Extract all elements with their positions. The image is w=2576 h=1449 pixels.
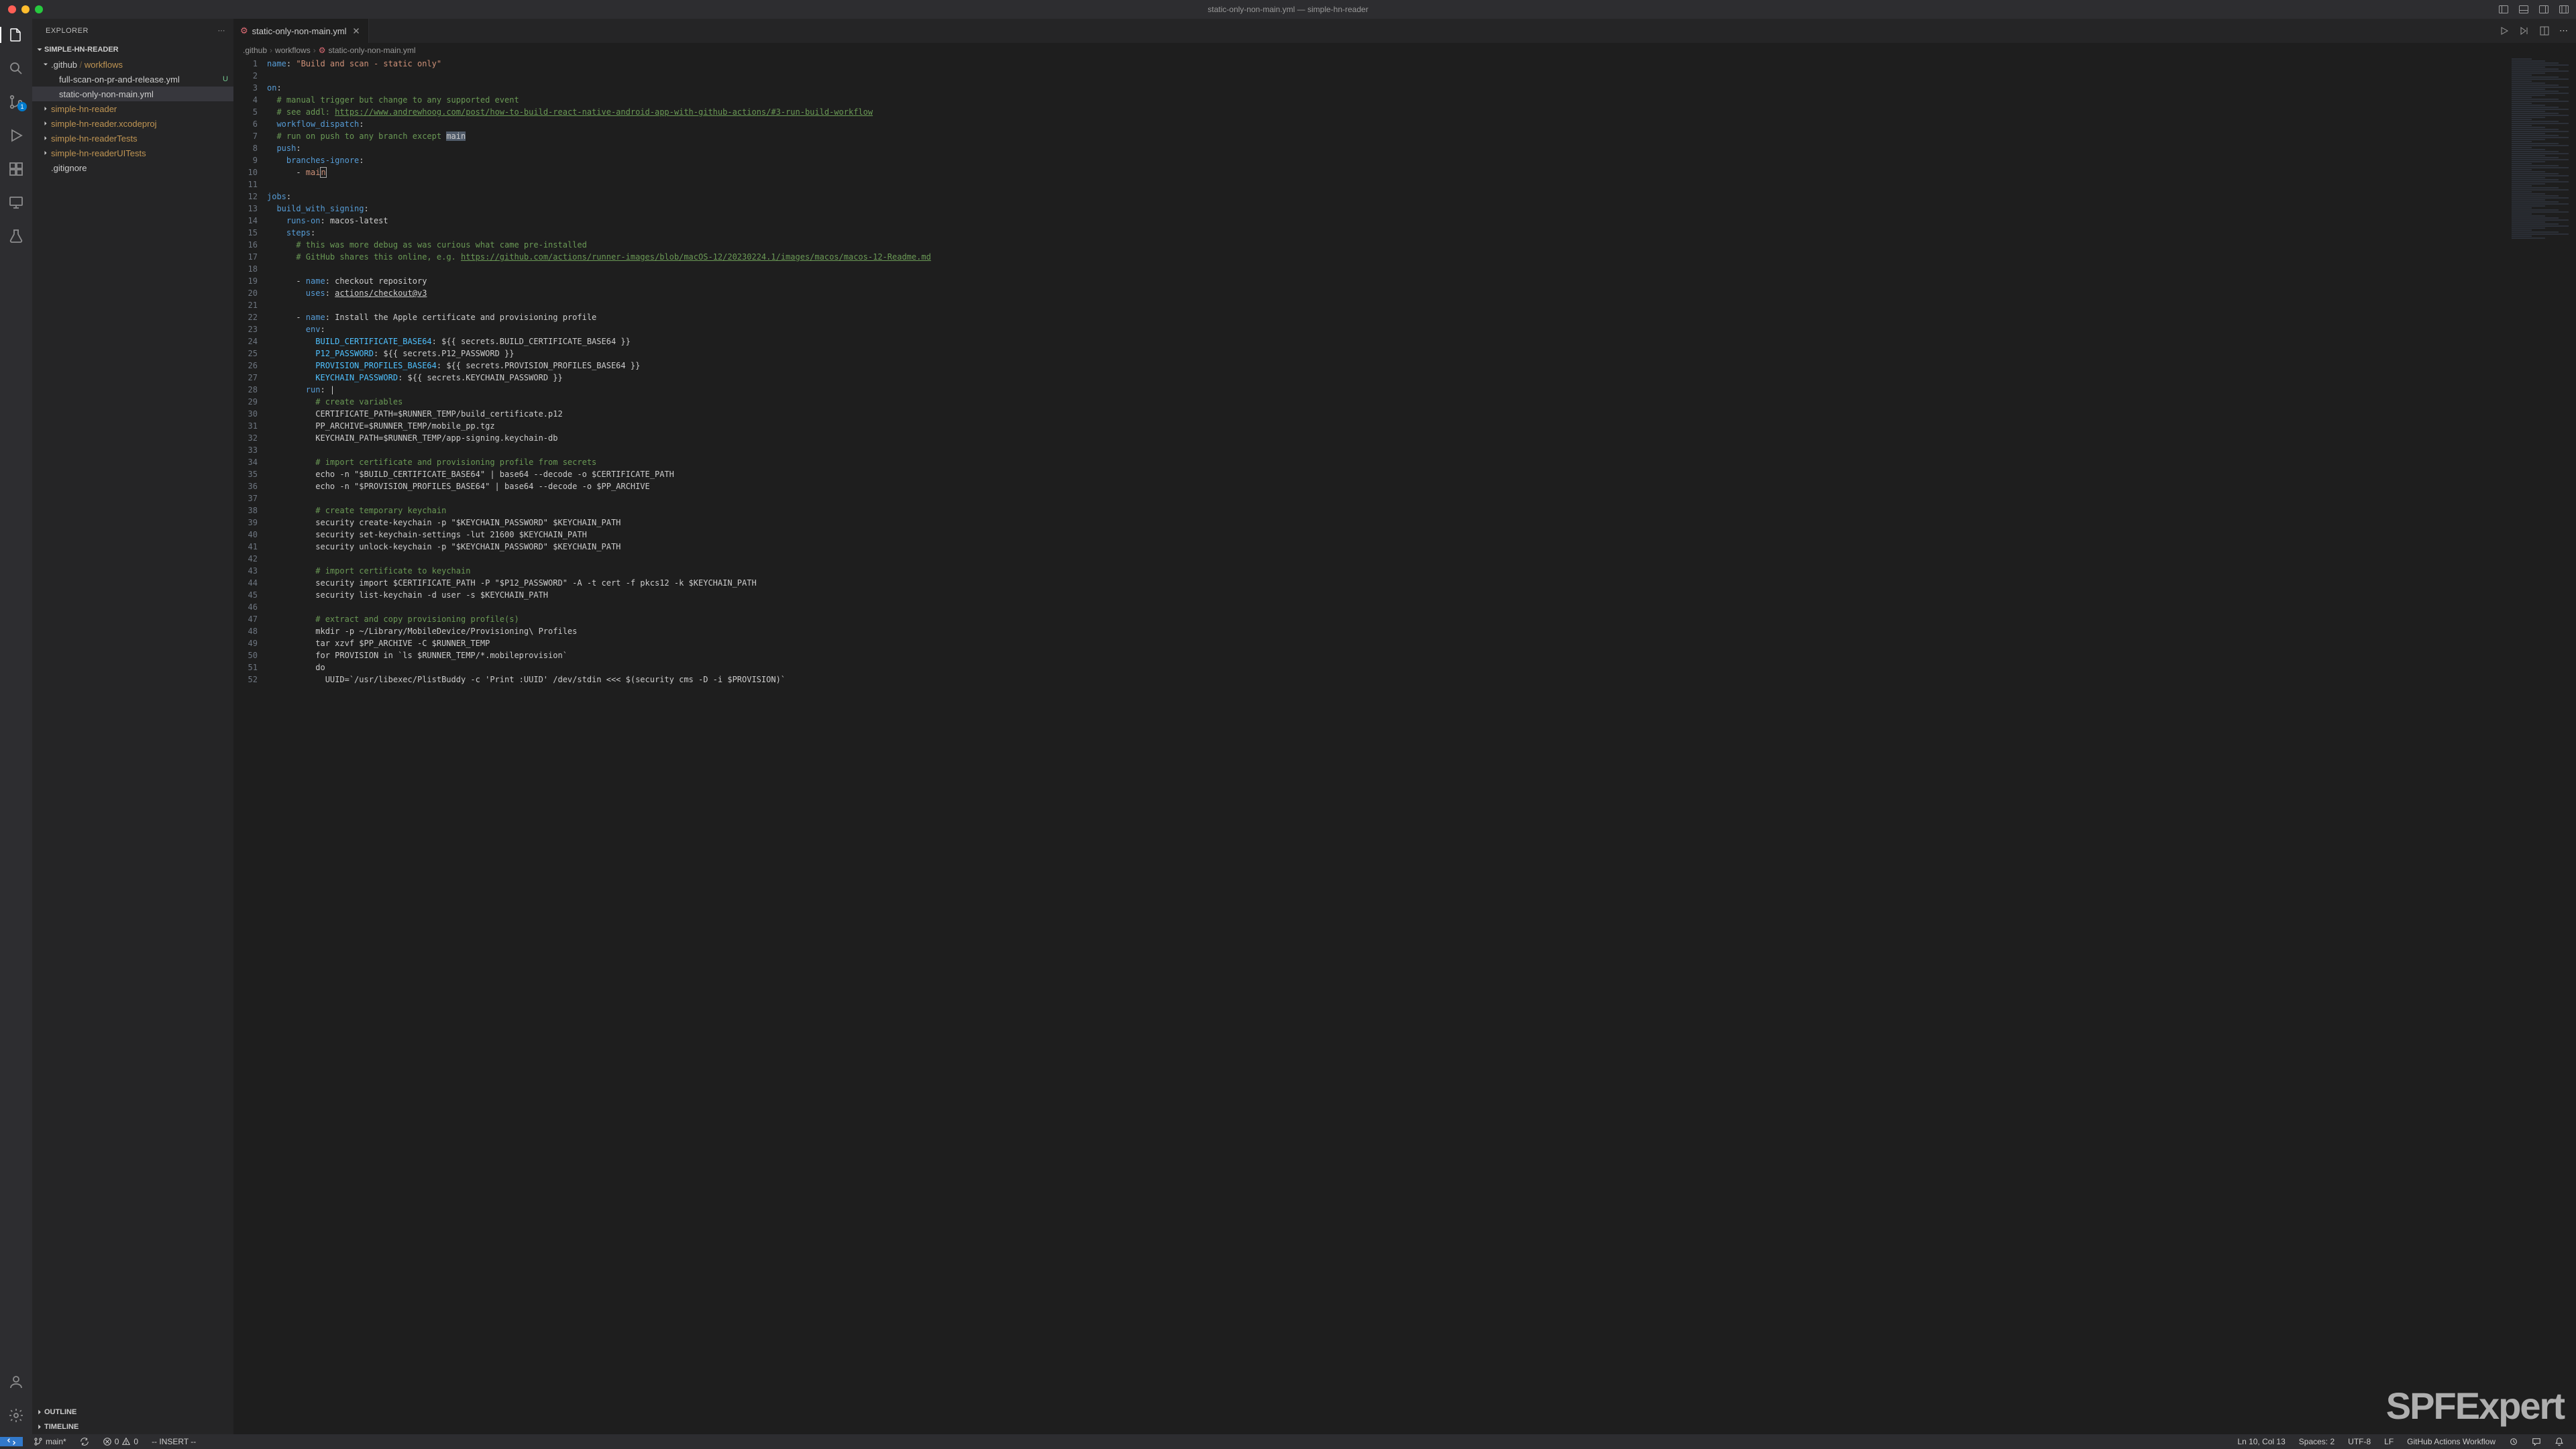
tree-item[interactable]: simple-hn-readerTests: [32, 131, 233, 146]
chevron-icon: ›: [313, 46, 316, 55]
breadcrumb-seg[interactable]: .github: [243, 46, 267, 55]
problems-indicator[interactable]: 0 0: [100, 1437, 141, 1446]
account-icon: [8, 1374, 24, 1390]
sync-icon: [80, 1437, 89, 1446]
prettier-icon[interactable]: [2506, 1437, 2521, 1446]
scm-badge: 1: [17, 102, 27, 111]
git-branch[interactable]: main*: [31, 1437, 69, 1446]
sidebar: EXPLORER ⋯ SIMPLE-HN-READER .github / wo…: [32, 19, 233, 1434]
editor-actions: ⋯: [2499, 19, 2576, 43]
titlebar-actions: [2498, 4, 2569, 15]
window-title: static-only-non-main.yml — simple-hn-rea…: [1208, 5, 1368, 14]
warning-icon: [121, 1437, 131, 1446]
panel-bottom-icon[interactable]: [2518, 4, 2529, 15]
sync-indicator[interactable]: [77, 1437, 92, 1446]
run-icon[interactable]: [2499, 25, 2510, 36]
tree-item[interactable]: simple-hn-reader.xcodeproj: [32, 116, 233, 131]
sidebar-title: EXPLORER ⋯: [32, 19, 233, 42]
minimap[interactable]: [2509, 58, 2576, 1434]
breadcrumb[interactable]: .github › workflows › ⚙ static-only-non-…: [233, 43, 2576, 58]
bell-icon[interactable]: [2552, 1437, 2567, 1446]
remote-activity[interactable]: [0, 192, 32, 213]
feedback-icon[interactable]: [2529, 1437, 2544, 1446]
project-name: SIMPLE-HN-READER: [44, 46, 119, 54]
beaker-icon: [8, 228, 24, 244]
mode-text: -- INSERT --: [152, 1437, 196, 1446]
error-count: 0: [115, 1437, 119, 1446]
testing-activity[interactable]: [0, 225, 32, 247]
gear-icon: [8, 1407, 24, 1424]
extensions-activity[interactable]: [0, 158, 32, 180]
explorer-label: EXPLORER: [46, 27, 89, 35]
run-debug-activity[interactable]: [0, 125, 32, 146]
titlebar: static-only-non-main.yml — simple-hn-rea…: [0, 0, 2576, 19]
vim-mode: -- INSERT --: [149, 1437, 199, 1446]
tab-active[interactable]: ⚙ static-only-non-main.yml: [233, 19, 369, 43]
minimize-window[interactable]: [21, 5, 30, 13]
outline-header[interactable]: OUTLINE: [32, 1405, 233, 1419]
chevron-right-icon: [35, 1422, 44, 1432]
line-gutter: 1234567891011121314151617181920212223242…: [233, 58, 267, 1434]
error-icon: [103, 1437, 112, 1446]
timeline-label: TIMELINE: [44, 1423, 78, 1431]
maximize-window[interactable]: [35, 5, 43, 13]
debug-icon: [8, 127, 24, 144]
tree-item[interactable]: simple-hn-reader: [32, 101, 233, 116]
encoding[interactable]: UTF-8: [2345, 1437, 2373, 1446]
remote-icon: [8, 195, 24, 211]
tab-bar: ⚙ static-only-non-main.yml ⋯: [233, 19, 2576, 43]
files-icon: [8, 27, 24, 43]
search-activity[interactable]: [0, 58, 32, 79]
editor-area: ⚙ static-only-non-main.yml ⋯ .github › w…: [233, 19, 2576, 1434]
indentation[interactable]: Spaces: 2: [2296, 1437, 2337, 1446]
more-actions-icon[interactable]: ⋯: [2559, 25, 2568, 36]
tab-label: static-only-non-main.yml: [252, 26, 347, 36]
panel-left-icon[interactable]: [2498, 4, 2509, 15]
chevron-icon: ›: [270, 46, 272, 55]
search-icon: [8, 60, 24, 76]
statusbar: main* 0 0 -- INSERT -- Ln 10, Col 13 Spa…: [0, 1434, 2576, 1449]
close-window[interactable]: [8, 5, 16, 13]
extensions-icon: [8, 161, 24, 177]
tree-item[interactable]: simple-hn-readerUITests: [32, 146, 233, 160]
explorer-more-icon[interactable]: ⋯: [218, 26, 226, 35]
yaml-file-icon: ⚙: [319, 46, 326, 55]
branch-icon: [34, 1437, 43, 1446]
split-editor-icon[interactable]: [2539, 25, 2550, 36]
code-content[interactable]: name: "Build and scan - static only" on:…: [267, 58, 2576, 1434]
cursor-position[interactable]: Ln 10, Col 13: [2235, 1437, 2288, 1446]
file-tree: .github / workflowsfull-scan-on-pr-and-r…: [32, 57, 233, 1405]
tree-item[interactable]: full-scan-on-pr-and-release.ymlU: [32, 72, 233, 87]
breadcrumb-seg[interactable]: static-only-non-main.yml: [328, 46, 415, 55]
breadcrumb-seg[interactable]: workflows: [275, 46, 311, 55]
remote-indicator[interactable]: [0, 1437, 23, 1446]
code-editor[interactable]: 1234567891011121314151617181920212223242…: [233, 58, 2576, 1434]
eol[interactable]: LF: [2381, 1437, 2396, 1446]
tab-close[interactable]: [351, 25, 362, 36]
tree-item[interactable]: .gitignore: [32, 160, 233, 175]
chevron-right-icon: [35, 1407, 44, 1417]
customize-layout-icon[interactable]: [2559, 4, 2569, 15]
yaml-file-icon: ⚙: [240, 25, 248, 36]
tree-item[interactable]: static-only-non-main.yml: [32, 87, 233, 101]
language-mode[interactable]: GitHub Actions Workflow: [2404, 1437, 2498, 1446]
remote-icon: [7, 1437, 16, 1446]
outline-label: OUTLINE: [44, 1408, 76, 1416]
settings-activity[interactable]: [0, 1405, 32, 1426]
timeline-header[interactable]: TIMELINE: [32, 1419, 233, 1434]
close-icon: [352, 26, 361, 36]
branch-name: main*: [46, 1437, 66, 1446]
chevron-down-icon: [35, 45, 44, 54]
tree-item[interactable]: .github / workflows: [32, 57, 233, 72]
window-controls: [0, 5, 43, 13]
run-debug-icon[interactable]: [2519, 25, 2530, 36]
warning-count: 0: [133, 1437, 138, 1446]
explorer-activity[interactable]: [0, 24, 32, 46]
project-header[interactable]: SIMPLE-HN-READER: [32, 42, 233, 57]
activity-bar: 1: [0, 19, 32, 1434]
accounts-activity[interactable]: [0, 1371, 32, 1393]
scm-activity[interactable]: 1: [0, 91, 32, 113]
panel-right-icon[interactable]: [2538, 4, 2549, 15]
